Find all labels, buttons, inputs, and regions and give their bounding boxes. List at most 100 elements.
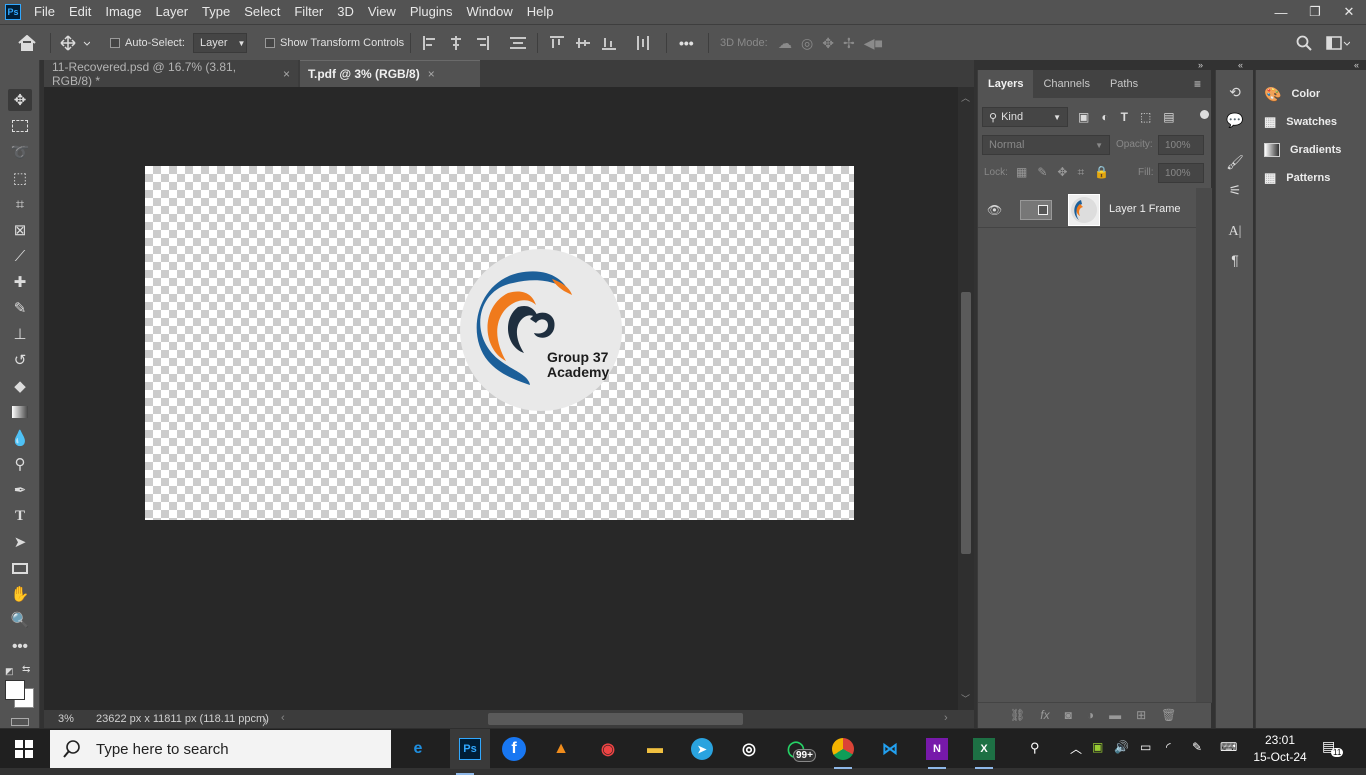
pen-tool-icon[interactable]: ✒: [8, 479, 32, 501]
tab-t-pdf[interactable]: T.pdf @ 3% (RGB/8) ×: [300, 60, 480, 87]
zoom-tool-icon[interactable]: 🔍: [8, 609, 32, 631]
frame-thumbnail[interactable]: [1020, 200, 1052, 220]
marquee-tool-icon[interactable]: [8, 115, 32, 137]
link-layers-icon[interactable]: ⛓: [1010, 708, 1025, 722]
close-icon[interactable]: ×: [283, 67, 290, 81]
scroll-up-icon[interactable]: ︿: [961, 91, 970, 104]
scroll-left-icon[interactable]: ‹: [281, 712, 285, 724]
close-button[interactable]: ✕: [1332, 0, 1366, 24]
keyboard-icon[interactable]: ⌨: [1220, 740, 1237, 754]
scroll-down-icon[interactable]: ﹀: [961, 692, 970, 705]
eye-icon[interactable]: 👁: [987, 203, 1002, 217]
gradients-panel-item[interactable]: Gradients: [1264, 140, 1341, 160]
tray-expand-icon[interactable]: ︿: [1070, 740, 1082, 757]
people-icon[interactable]: ⚲: [1030, 740, 1040, 756]
lock-image-icon[interactable]: ✎: [1037, 165, 1047, 180]
lasso-tool-icon[interactable]: ➰: [8, 141, 32, 163]
object-selection-tool-icon[interactable]: ⬚: [8, 167, 32, 189]
align-bottom-icon[interactable]: [602, 36, 616, 50]
menu-window[interactable]: Window: [459, 0, 519, 24]
3d-roll-icon[interactable]: ◎: [801, 35, 813, 52]
threads-icon[interactable]: ◎: [734, 735, 764, 763]
panel-menu-icon[interactable]: ≡: [1194, 77, 1201, 91]
foreground-color-swatch[interactable]: [5, 680, 25, 700]
vscode-icon[interactable]: ⋈: [875, 735, 905, 763]
chrome-icon[interactable]: [828, 735, 858, 769]
menu-select[interactable]: Select: [237, 0, 287, 24]
lock-all-icon[interactable]: 🔒: [1094, 165, 1109, 180]
healing-brush-tool-icon[interactable]: ✚: [8, 271, 32, 293]
move-tool-icon[interactable]: ✥: [8, 89, 32, 111]
eyedropper-tool-icon[interactable]: ⟋: [8, 245, 32, 267]
facebook-icon[interactable]: f: [499, 735, 529, 763]
rectangle-tool-icon[interactable]: [8, 557, 32, 579]
3d-orbit-icon[interactable]: ☁: [778, 35, 792, 52]
new-group-icon[interactable]: ▬: [1109, 708, 1121, 722]
dodge-tool-icon[interactable]: ⚲: [8, 453, 32, 475]
more-options-button[interactable]: •••: [679, 25, 694, 61]
3d-slide-icon[interactable]: ✢: [843, 35, 855, 52]
minimize-button[interactable]: —: [1264, 0, 1298, 24]
paragraph-icon[interactable]: ¶: [1225, 250, 1245, 270]
path-selection-tool-icon[interactable]: ➤: [8, 531, 32, 553]
file-explorer-icon[interactable]: ▬: [640, 735, 670, 763]
distribute-horizontal-icon[interactable]: [636, 35, 650, 51]
menu-filter[interactable]: Filter: [287, 0, 330, 24]
battery-icon[interactable]: ▭: [1140, 740, 1151, 754]
horizontal-scroll-thumb[interactable]: [488, 713, 743, 725]
start-button[interactable]: [0, 729, 48, 769]
tab-layers[interactable]: Layers: [978, 70, 1034, 98]
blend-mode-dropdown[interactable]: Normal ▼: [982, 135, 1110, 155]
layers-scrollbar[interactable]: [1196, 188, 1212, 702]
excel-icon[interactable]: X: [969, 735, 999, 769]
filter-toggle-icon[interactable]: [1200, 110, 1209, 119]
clone-stamp-tool-icon[interactable]: ⊥: [8, 323, 32, 345]
swap-colors-icon[interactable]: ⇆: [22, 664, 30, 675]
vertical-scrollbar[interactable]: ︿ ﹀: [958, 87, 974, 710]
eraser-tool-icon[interactable]: ◆: [8, 375, 32, 397]
align-center-icon[interactable]: [449, 36, 463, 50]
adjustment-layer-icon[interactable]: ◑: [1087, 708, 1094, 722]
distribute-vertical-icon[interactable]: [509, 36, 527, 50]
whatsapp-icon[interactable]: ◯ 99+: [781, 735, 816, 763]
onenote-icon[interactable]: N: [922, 735, 952, 769]
lock-position-icon[interactable]: ✥: [1057, 165, 1067, 180]
close-icon[interactable]: ×: [428, 67, 435, 81]
move-tool-preset-icon[interactable]: [60, 25, 90, 61]
new-layer-icon[interactable]: ⊞: [1136, 708, 1146, 722]
menu-image[interactable]: Image: [98, 0, 148, 24]
tab-channels[interactable]: Channels: [1033, 70, 1099, 98]
menu-help[interactable]: Help: [520, 0, 561, 24]
taskbar-search-box[interactable]: Type here to search: [50, 730, 391, 768]
3d-pan-icon[interactable]: ✥: [822, 35, 834, 52]
status-menu-arrow[interactable]: 〉: [262, 713, 273, 729]
menu-file[interactable]: File: [27, 0, 62, 24]
scroll-right-icon[interactable]: ›: [944, 712, 948, 724]
menu-type[interactable]: Type: [195, 0, 237, 24]
wifi-icon[interactable]: ◜: [1166, 740, 1171, 754]
align-top-icon[interactable]: [550, 36, 564, 50]
auto-select-checkbox[interactable]: Auto-Select:: [110, 25, 185, 61]
right-panels-collapse-icon[interactable]: «: [1354, 60, 1359, 70]
opacity-field[interactable]: 100%: [1158, 135, 1204, 155]
menu-3d[interactable]: 3D: [330, 0, 361, 24]
default-colors-icon[interactable]: ◩: [5, 666, 14, 677]
hand-tool-icon[interactable]: ✋: [8, 583, 32, 605]
fill-field[interactable]: 100%: [1158, 163, 1204, 183]
add-mask-icon[interactable]: ◙: [1065, 708, 1072, 722]
brush-settings-icon[interactable]: 🖌: [1225, 152, 1245, 172]
delete-layer-icon[interactable]: 🗑: [1161, 708, 1176, 722]
type-filter-icon[interactable]: T: [1121, 110, 1128, 124]
canvas-area[interactable]: Group 37 Academy: [44, 87, 958, 710]
align-right-icon[interactable]: [475, 36, 489, 50]
search-icon[interactable]: [1296, 25, 1312, 61]
character-icon[interactable]: A|: [1225, 222, 1245, 242]
pen-tray-icon[interactable]: ✎: [1192, 740, 1202, 754]
layers-collapse-icon[interactable]: »: [1198, 60, 1203, 70]
strip-collapse-icon[interactable]: «: [1238, 60, 1243, 70]
telegram-icon[interactable]: ➤: [687, 735, 717, 763]
filter-kind-dropdown[interactable]: ⚲ Kind ▼: [982, 107, 1068, 127]
menu-layer[interactable]: Layer: [149, 0, 196, 24]
document-canvas[interactable]: Group 37 Academy: [145, 166, 854, 520]
nvidia-icon[interactable]: ▣: [1092, 740, 1103, 754]
